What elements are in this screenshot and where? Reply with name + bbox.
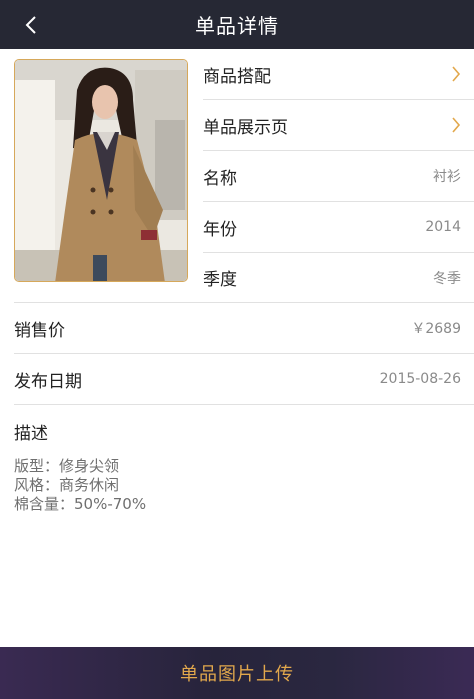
row-price: 销售价 ￥2689	[14, 303, 474, 354]
chevron-right-icon	[452, 117, 461, 133]
price-label: 销售价	[14, 320, 65, 341]
showcase-page-label: 单品展示页	[203, 117, 288, 138]
back-button[interactable]	[14, 0, 48, 49]
row-release-date: 发布日期 2015-08-26	[14, 354, 474, 405]
upload-image-label: 单品图片上传	[180, 664, 294, 685]
row-year: 年份 2014	[203, 202, 474, 253]
year-label: 年份	[203, 219, 237, 240]
description-line: 版型：修身尖领	[14, 457, 120, 475]
name-value: 衬衫	[433, 169, 461, 185]
top-bar: 单品详情	[0, 0, 474, 49]
chevron-left-icon	[25, 15, 36, 34]
row-product-match[interactable]: 商品搭配	[203, 49, 474, 100]
year-value: 2014	[425, 219, 461, 235]
season-label: 季度	[203, 270, 237, 290]
description-line: 风格：商务休闲	[14, 476, 120, 494]
description-title: 描述	[14, 424, 48, 444]
release-date-label: 发布日期	[14, 371, 82, 392]
page-title: 单品详情	[195, 14, 279, 38]
season-value: 冬季	[433, 270, 461, 287]
product-match-label: 商品搭配	[203, 66, 271, 87]
release-date-value: 2015-08-26	[379, 371, 461, 387]
product-image[interactable]	[14, 59, 188, 282]
description-text: 版型：修身尖领 风格：商务休闲 棉含量：50%-70%	[14, 457, 146, 514]
name-label: 名称	[203, 168, 237, 189]
description-line: 棉含量：50%-70%	[14, 495, 147, 513]
row-name: 名称 衬衫	[203, 151, 474, 202]
price-value: ￥2689	[411, 321, 461, 337]
upload-image-button[interactable]: 单品图片上传	[0, 647, 474, 699]
product-photo	[15, 60, 187, 281]
row-showcase-page[interactable]: 单品展示页	[203, 100, 474, 151]
row-season: 季度 冬季	[203, 252, 474, 303]
chevron-right-icon	[452, 66, 461, 82]
